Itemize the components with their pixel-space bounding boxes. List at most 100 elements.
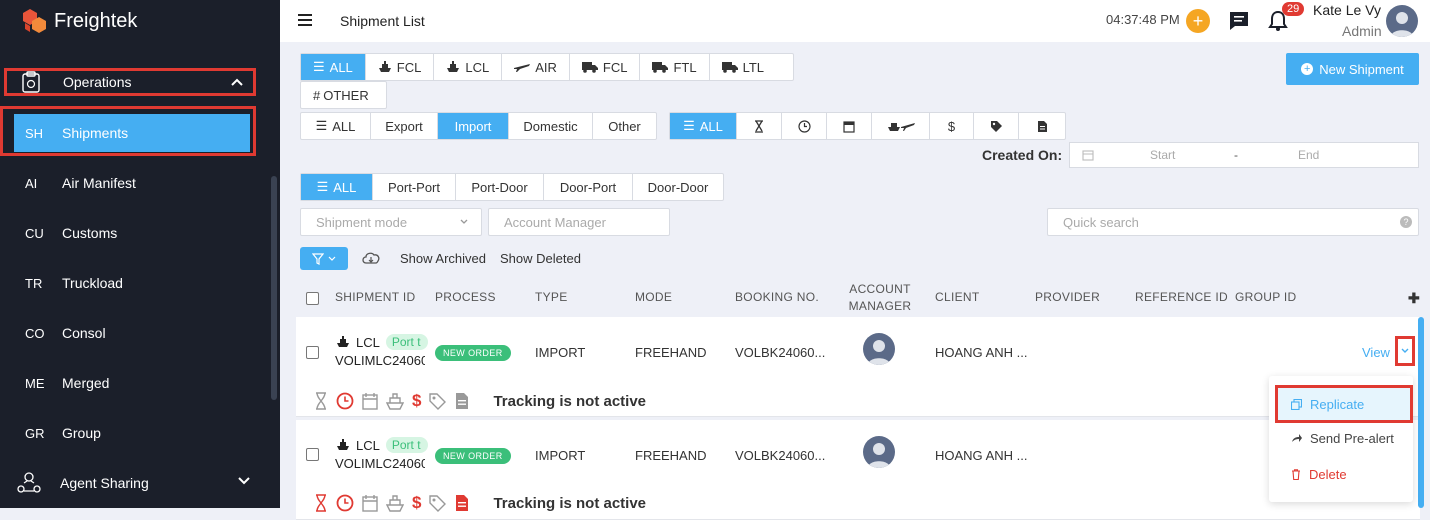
- clock-icon: [336, 392, 354, 410]
- delete-menu-item[interactable]: Delete: [1269, 456, 1413, 492]
- shipment-id[interactable]: VOLIMLC24060: [335, 456, 425, 471]
- tab-direction-all[interactable]: ☰ ALL: [301, 113, 371, 139]
- show-archived-toggle[interactable]: Show Archived: [400, 251, 486, 266]
- tab-status-tag[interactable]: [974, 113, 1019, 139]
- tab-door-door[interactable]: Door-Door: [633, 174, 723, 200]
- table-scrollbar[interactable]: [1418, 317, 1424, 508]
- tab-status-cost[interactable]: $: [930, 113, 974, 139]
- tab-door-port[interactable]: Door-Port: [544, 174, 633, 200]
- tab-mode-fcl-truck[interactable]: FCL: [570, 54, 641, 80]
- user-name[interactable]: Kate Le Vy: [1313, 2, 1381, 18]
- date-end-input[interactable]: End: [1298, 148, 1319, 162]
- menu-icon[interactable]: [298, 14, 312, 26]
- notification-badge: 29: [1282, 2, 1305, 16]
- tab-domestic[interactable]: Domestic: [509, 113, 593, 139]
- tab-import[interactable]: Import: [438, 113, 509, 139]
- sidebar-item-abbr: SH: [25, 125, 44, 141]
- tab-mode-ltl[interactable]: LTL: [710, 54, 776, 80]
- row-actions-dropdown[interactable]: [1395, 336, 1415, 366]
- select-all-checkbox[interactable]: [306, 292, 319, 305]
- column-header-mode[interactable]: MODE: [635, 290, 672, 304]
- sidebar-item-group[interactable]: GR Group: [14, 414, 250, 452]
- row-checkbox[interactable]: [306, 448, 319, 461]
- sidebar-item-consol[interactable]: CO Consol: [14, 314, 250, 352]
- tab-mode-ftl[interactable]: FTL: [640, 54, 710, 80]
- tab-label: ALL: [329, 59, 353, 75]
- column-header-client[interactable]: CLIENT: [935, 290, 979, 304]
- sidebar: Freightek Operations SH Shipments AI Air M…: [0, 0, 280, 508]
- quick-search-input[interactable]: Quick search ?: [1047, 208, 1419, 236]
- created-on-date-range[interactable]: Start - End: [1069, 142, 1419, 168]
- table-row[interactable]: LCL Port t VOLIMLC24060 NEW ORDER IMPORT…: [296, 420, 1420, 520]
- sidebar-item-merged[interactable]: ME Merged: [14, 364, 250, 402]
- shipment-mode-select[interactable]: Shipment mode: [300, 208, 482, 236]
- row-checkbox[interactable]: [306, 346, 319, 359]
- ship-icon: [386, 494, 404, 512]
- sidebar-scrollbar[interactable]: [271, 176, 277, 400]
- cloud-download-icon[interactable]: [361, 251, 381, 265]
- tab-mode-lcl[interactable]: LCL: [434, 54, 503, 80]
- avatar[interactable]: [1386, 5, 1418, 37]
- sidebar-item-truckload[interactable]: TR Truckload: [14, 264, 250, 302]
- tab-mode-all[interactable]: ☰ ALL: [301, 54, 366, 80]
- column-header-shipment-id[interactable]: SHIPMENT ID: [335, 290, 415, 304]
- filter-icon: [312, 252, 324, 265]
- quick-add-button[interactable]: +: [1186, 9, 1210, 33]
- column-header-process[interactable]: PROCESS: [435, 290, 496, 304]
- dollar-icon: $: [947, 118, 956, 134]
- show-deleted-toggle[interactable]: Show Deleted: [500, 251, 581, 266]
- sidebar-item-label: Shipments: [62, 125, 129, 141]
- logo[interactable]: Freightek: [22, 6, 137, 36]
- tab-status-all[interactable]: ☰ ALL: [670, 113, 737, 139]
- date-start-input[interactable]: Start: [1150, 148, 1175, 162]
- sidebar-agent-sharing-label: Agent Sharing: [60, 475, 149, 491]
- column-header-reference-id[interactable]: REFERENCE ID: [1135, 290, 1228, 304]
- chat-icon[interactable]: [1228, 10, 1250, 32]
- tab-mode-air[interactable]: AIR: [502, 54, 570, 80]
- sidebar-agent-sharing[interactable]: Agent Sharing: [16, 468, 256, 498]
- user-avatar-icon: [868, 340, 890, 365]
- help-icon[interactable]: ?: [1400, 216, 1412, 228]
- sidebar-item-customs[interactable]: CU Customs: [14, 214, 250, 252]
- send-prealert-label: Send Pre-alert: [1310, 430, 1394, 446]
- new-shipment-button[interactable]: + New Shipment: [1286, 53, 1419, 85]
- topbar: Shipment List 04:37:48 PM + 29 Kate Le V…: [280, 0, 1430, 42]
- filter-button[interactable]: [300, 247, 348, 270]
- avatar: [863, 333, 895, 365]
- table-row[interactable]: LCL Port t VOLIMLC24060 NEW ORDER IMPORT…: [296, 317, 1420, 417]
- view-link[interactable]: View: [1362, 345, 1390, 360]
- tab-mode-other[interactable]: # OTHER: [301, 82, 381, 108]
- tab-label: LCL: [465, 59, 490, 75]
- tab-port-door[interactable]: Port-Door: [456, 174, 544, 200]
- tab-mode-fcl-sea[interactable]: FCL: [366, 54, 435, 80]
- tab-status-calendar[interactable]: [827, 113, 872, 139]
- sidebar-item-label: Air Manifest: [62, 175, 136, 191]
- status-badge: NEW ORDER: [435, 345, 511, 361]
- tab-status-transport[interactable]: [872, 113, 930, 139]
- column-header-type[interactable]: TYPE: [535, 290, 568, 304]
- sidebar-operations[interactable]: Operations: [4, 68, 256, 96]
- column-header-booking-no[interactable]: BOOKING NO.: [735, 290, 819, 304]
- tab-label: Door-Port: [559, 179, 617, 195]
- tab-status-clock[interactable]: [782, 113, 827, 139]
- tab-status-pending[interactable]: [737, 113, 782, 139]
- tab-other[interactable]: Other: [593, 113, 656, 139]
- sidebar-item-shipments[interactable]: SH Shipments: [14, 114, 250, 152]
- tab-port-port[interactable]: Port-Port: [373, 174, 456, 200]
- column-header-group-id[interactable]: GROUP ID: [1235, 290, 1297, 304]
- tab-export[interactable]: Export: [371, 113, 438, 139]
- column-header-provider[interactable]: PROVIDER: [1035, 290, 1100, 304]
- account-manager-select[interactable]: Account Manager: [488, 208, 670, 236]
- replicate-menu-item[interactable]: Replicate: [1275, 385, 1413, 423]
- shipment-id[interactable]: VOLIMLC24060: [335, 353, 425, 368]
- send-prealert-menu-item[interactable]: Send Pre-alert: [1269, 420, 1413, 456]
- tab-label: LTL: [742, 59, 765, 75]
- sidebar-item-air-manifest[interactable]: AI Air Manifest: [14, 164, 250, 202]
- page-title: Shipment List: [340, 13, 425, 29]
- tab-service-all[interactable]: ☰ ALL: [301, 174, 373, 200]
- shipment-mode-placeholder: Shipment mode: [316, 214, 408, 230]
- column-header-account-manager[interactable]: ACCOUNT MANAGER: [844, 281, 916, 315]
- tracking-status: Tracking is not active: [493, 392, 647, 410]
- add-column-icon[interactable]: ✚: [1408, 290, 1420, 307]
- tab-status-document[interactable]: [1019, 113, 1065, 139]
